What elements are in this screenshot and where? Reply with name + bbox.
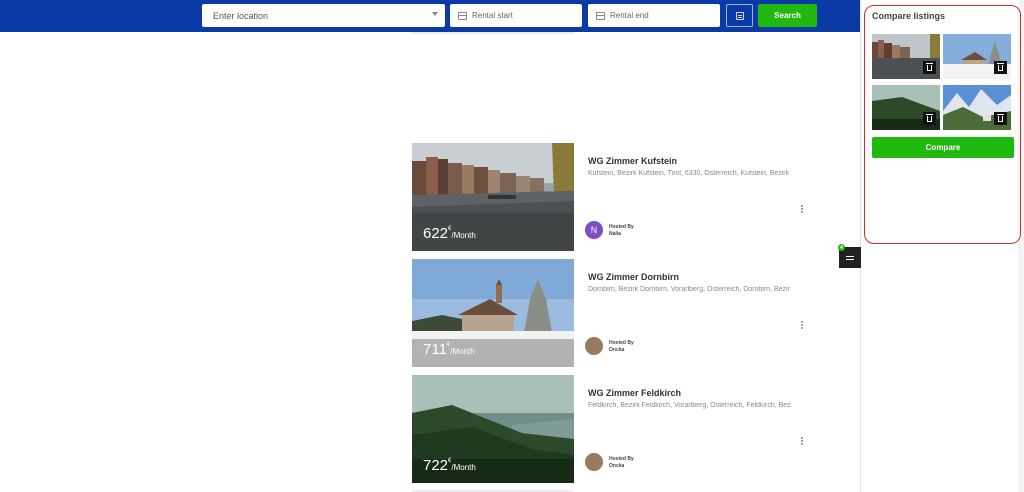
calendar-icon [596,11,605,20]
host-name: Naila [609,231,621,237]
filter-icon [735,11,744,20]
trash-icon[interactable] [923,61,936,74]
rental-start-field[interactable]: Rental start [450,4,582,27]
listing-photo[interactable]: 711€/Month [412,259,574,367]
filter-button[interactable] [726,4,753,27]
listing-title[interactable]: WG Zimmer Kufstein [588,156,677,166]
previous-listing-edge [412,32,574,34]
listing-address: Kufstein, Bezirk Kufstein, Tirol, 6330, … [588,170,790,177]
trash-icon[interactable] [994,112,1007,125]
hosted-by-label: Hosted By [609,340,634,346]
listing-price: 722€/Month [423,457,476,474]
avatar [585,453,603,471]
compare-count-badge: 4 [838,244,845,251]
rental-end-placeholder: Rental end [610,11,649,20]
compare-title: Compare listings [872,11,946,21]
listing-title[interactable]: WG Zimmer Dornbirn [588,272,679,282]
location-select[interactable]: Enter location [202,4,445,27]
listing-card[interactable]: 722€/Month WG Zimmer Feldkirch Feldkirch… [412,375,807,483]
more-options-icon[interactable] [801,205,804,214]
rental-end-field[interactable]: Rental end [588,4,720,27]
listing-card[interactable]: 622€/Month WG Zimmer Kufstein Kufstein, … [412,143,807,251]
listing-address: Feldkirch, Bezirk Feldkirch, Vorarlberg,… [588,402,791,409]
listing-address: Dornbirn, Bezirk Dornbirn, Vorarlberg, Ö… [588,286,790,293]
compare-thumb[interactable] [943,85,1011,130]
hosted-by-label: Hosted By [609,456,634,462]
listing-card[interactable]: 711€/Month WG Zimmer Dornbirn Dornbirn, … [412,259,807,367]
compare-thumb[interactable] [872,85,940,130]
search-button[interactable]: Search [758,4,817,27]
trash-icon[interactable] [994,61,1007,74]
host-name: Oncka [609,347,625,353]
more-options-icon[interactable] [801,437,804,446]
compare-button[interactable]: Compare [872,137,1014,158]
listing-photo[interactable]: 722€/Month [412,375,574,483]
compare-thumb[interactable] [943,34,1011,79]
listing-title[interactable]: WG Zimmer Feldkirch [588,388,681,398]
avatar: N [585,221,603,239]
sliders-icon [846,254,854,261]
compare-thumb[interactable] [872,34,940,79]
calendar-icon [458,11,467,20]
rental-start-placeholder: Rental start [472,11,513,20]
chevron-down-icon [432,12,438,16]
more-options-icon[interactable] [801,321,804,330]
hosted-by-label: Hosted By [609,224,634,230]
listing-price: 711€/Month [423,341,475,358]
listing-price: 622€/Month [423,225,476,242]
location-placeholder: Enter location [213,10,269,21]
host-name: Oncka [609,463,625,469]
trash-icon[interactable] [923,112,936,125]
listing-photo[interactable]: 622€/Month [412,143,574,251]
avatar [585,337,603,355]
